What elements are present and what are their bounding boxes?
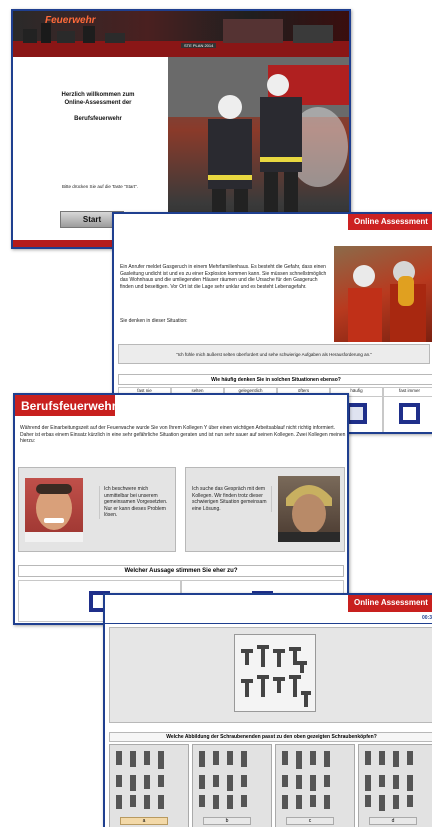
question-bar: Welche Abbildung der Schraubenenden pass… [109,732,432,742]
answer-options: a b c d [109,744,432,827]
welcome-text: Herzlich willkommen zum Online-Assessmen… [43,91,153,123]
option-a-panel: Ich beschwere mich unmittelbar bei unser… [18,467,176,552]
timer: 00:3 [421,615,432,621]
situation-note: Sie denken in dieser Situation: [120,318,188,324]
answer-a-label[interactable]: a [120,817,168,825]
screw-ends-d-icon [365,751,413,811]
statement-text: "Ich fühle mich äußerst selten überforde… [175,351,373,357]
scale-checkbox[interactable] [399,403,420,424]
intro-text: Während der Einarbeitungszeit auf der Fe… [20,425,346,444]
scale-option-fast-immer: fast immer [383,387,432,432]
title-bar: Berufsfeuerwehr [15,395,117,416]
title-bar: Online Assessment [348,214,432,230]
title-bar: Online Assessment [348,595,432,612]
answer-option-b[interactable]: b [192,744,272,827]
welcome-header: Feuerwehr STE PLAN 2014 [13,11,349,57]
scale-checkbox-selected[interactable] [346,403,367,424]
question-text: Wie häufig denken Sie in solchen Situati… [211,376,341,383]
question-bar: Welcher Aussage stimmen Sie eher zu? [18,565,344,577]
answer-option-c[interactable]: c [275,744,355,827]
timer-line [105,623,432,624]
start-instruction: Bitte drücken Sie auf die Taste "Start". [62,184,138,189]
window-title: Online Assessment [354,217,428,226]
assessment-window-dilemma: Berufsfeuerwehr Während der Einarbeitung… [13,393,349,625]
answer-option-a[interactable]: a [109,744,189,827]
question-text: Welcher Aussage stimmen Sie eher zu? [124,568,238,574]
screw-heads-figure [234,634,316,712]
header-tag: STE PLAN 2014 [181,43,217,48]
option-a-text: Ich beschwere mich unmittelbar bei unser… [99,486,173,519]
answer-d-label[interactable]: d [369,817,417,825]
answer-b-label[interactable]: b [203,817,251,825]
header-logo: Feuerwehr [45,15,96,26]
scale-label: fast immer [384,388,432,397]
colleague-b-photo [278,476,340,542]
statement-panel: "Ich fühle mich äußerst selten überforde… [118,344,430,364]
stimulus-panel [109,627,432,723]
screw-heads-icon [241,645,311,707]
scenario-photo [334,246,432,342]
screw-ends-a-icon [116,751,164,809]
colleague-b-face [278,485,340,542]
scenario-text: Ein Anrufer meldet Gasgeruch in einem Me… [120,264,327,290]
screw-ends-c-icon [282,751,330,809]
question-bar: Wie häufig denken Sie in solchen Situati… [118,374,432,385]
window-title: Berufsfeuerwehr [21,399,117,413]
welcome-line-1: Herzlich willkommen zum [61,92,135,98]
option-b-text: Ich suche das Gespräch mit dem Kollegen.… [192,486,272,512]
colleague-a-photo [25,478,83,542]
option-b-panel: Ich suche das Gespräch mit dem Kollegen.… [185,467,345,552]
welcome-line-2: Online-Assessment der [64,100,132,106]
colleague-a-face [25,484,83,542]
answer-c-label[interactable]: c [286,817,334,825]
window-title: Online Assessment [354,598,428,607]
answer-option-d[interactable]: d [358,744,432,827]
welcome-line-3: Berufsfeuerwehr [74,116,122,122]
assessment-window-screws: Online Assessment 00:3 Welche Abbildung … [103,593,432,827]
firefighters-image [348,261,426,342]
screw-ends-b-icon [199,751,247,809]
question-text: Welche Abbildung der Schraubenenden pass… [166,734,377,740]
